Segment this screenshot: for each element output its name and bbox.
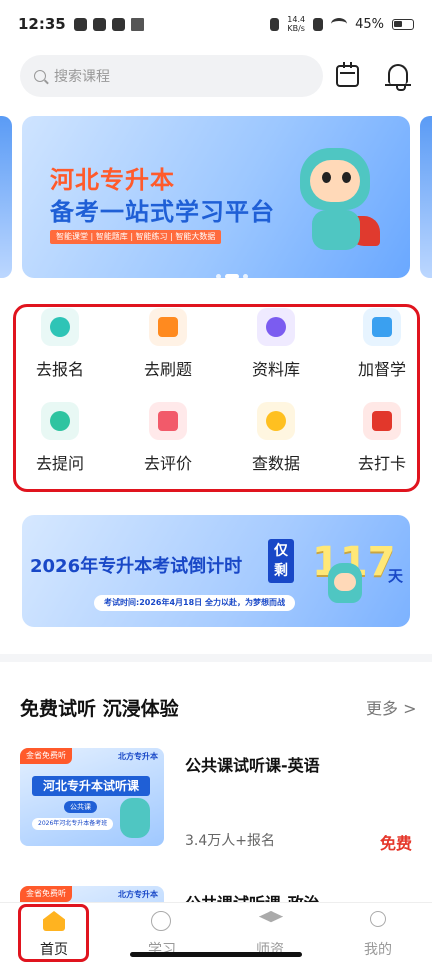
banner-title-line1: 河北专升本 [50, 166, 175, 194]
graduation-cap-icon [259, 911, 283, 923]
net-speed-value: 14.4 [287, 15, 306, 24]
carousel-dot-active [225, 274, 239, 278]
grid-item-calendar-check[interactable]: 去打卡 [342, 402, 422, 474]
shield-icon [363, 308, 401, 346]
carousel-dot [216, 274, 221, 278]
play-notification-icon [111, 17, 125, 31]
profile-icon [370, 911, 386, 927]
status-right: 14.4 KB/s 45% [270, 15, 414, 33]
banner-title-line2: 备考一站式学习平台 [50, 198, 275, 226]
app-notification-icon [73, 17, 87, 31]
banner-prev-peek[interactable] [0, 116, 12, 278]
thumb-footer: 2026年河北专升本备考班 [32, 818, 114, 830]
calendar-check-icon [363, 402, 401, 440]
grid-item-pencil[interactable]: 去刷题 [128, 308, 208, 380]
grid-item-label: 去报名 [35, 360, 84, 379]
countdown-subtitle: 考试时间:2026年4月18日 全力以赴，为梦想而战 [94, 595, 295, 611]
crown-notification-icon [130, 17, 144, 31]
countdown-section: 2026年专升本考试倒计时 仅剩 117 天 考试时间:2026年4月18日 全… [0, 504, 432, 654]
mascot-mini [328, 563, 362, 603]
banner-slide[interactable]: 河北专升本 备考一站式学习平台 智能课堂 | 智能题库 | 智能练习 | 智能大… [22, 116, 410, 278]
more-link[interactable]: 更多 > [366, 695, 417, 719]
banner-next-peek[interactable] [420, 116, 432, 278]
grid-item-label: 查数据 [251, 454, 300, 473]
search-icon [41, 308, 79, 346]
grid-item-chat[interactable]: 去提问 [20, 402, 100, 474]
countdown-badge: 仅剩 [268, 539, 294, 583]
battery-percent: 45% [355, 16, 384, 32]
grid-item-user-data[interactable]: 查数据 [236, 402, 316, 474]
countdown-banner[interactable]: 2026年专升本考试倒计时 仅剩 117 天 考试时间:2026年4月18日 全… [22, 515, 410, 627]
section-title: 免费试听 沉浸体验 [20, 698, 179, 720]
mail-notification-icon [92, 17, 106, 31]
document-icon [257, 308, 295, 346]
thumb-subtitle: 公共课 [64, 801, 97, 813]
pencil-icon [149, 308, 187, 346]
status-bar: 12:35 14.4 KB/s 45% [0, 0, 432, 48]
grid-item-search[interactable]: 去报名 [20, 308, 100, 380]
grid-item-label: 资料库 [251, 360, 300, 379]
banner-tags: 智能课堂 | 智能题库 | 智能练习 | 智能大数据 [50, 230, 222, 244]
thumb-tag: 金省免费听 [20, 748, 72, 764]
grid-item-label: 去评价 [143, 454, 192, 473]
tab-label: 我的 [364, 942, 392, 958]
net-speed-unit: KB/s [287, 24, 305, 33]
grid-item-shield[interactable]: 加督学 [342, 308, 422, 380]
calendar-icon[interactable] [336, 62, 359, 87]
thumb-tag: 金省免费听 [20, 886, 72, 902]
free-trial-section: 免费试听 沉浸体验 更多 > 金省免费听 北方专升本 河北专升本试听课 公共课 … [0, 662, 432, 964]
study-icon [151, 911, 171, 931]
mascot-thumb [120, 798, 150, 838]
carousel-indicator [216, 274, 248, 278]
search-icon [34, 70, 46, 82]
quick-action-grid: 去报名 去刷题 资料库 加督学去提问 去评价 查数据 去打卡 [0, 294, 432, 504]
course-price: 免费 [379, 834, 412, 853]
highlight-outline [18, 904, 89, 962]
thumb-brand: 北方专升本 [118, 890, 158, 899]
countdown-unit: 天 [388, 567, 404, 585]
course-card[interactable]: 金省免费听 北方专升本 河北专升本试听课 公共课 2026年河北专升本备考班 公… [20, 748, 412, 853]
grid-item-label: 去打卡 [357, 454, 406, 473]
thumb-title: 河北专升本试听课 [32, 776, 150, 796]
status-time: 12:35 [18, 15, 66, 33]
grid-item-label: 去刷题 [143, 360, 192, 379]
thumb-brand: 北方专升本 [118, 752, 158, 761]
vibrate-icon [270, 17, 280, 31]
grid-item-label: 加督学 [357, 360, 406, 379]
grid-item-label: 去提问 [35, 454, 84, 473]
bell-icon[interactable] [385, 64, 411, 91]
wifi-icon [331, 18, 348, 30]
user-data-icon [257, 402, 295, 440]
course-name: 公共课试听课-英语 [185, 756, 320, 775]
course-enrollment: 3.4万人+报名 [185, 833, 275, 849]
course-thumbnail: 金省免费听 北方专升本 河北专升本试听课 公共课 2026年河北专升本备考班 [20, 748, 164, 846]
video-icon [149, 402, 187, 440]
banner-carousel: 河北专升本 备考一站式学习平台 智能课堂 | 智能题库 | 智能练习 | 智能大… [0, 106, 432, 294]
battery-icon [392, 18, 414, 30]
grid-item-video[interactable]: 去评价 [128, 402, 208, 474]
net-speed: 14.4 KB/s [287, 15, 305, 33]
search-bar[interactable]: 搜索课程 [20, 55, 323, 97]
carousel-dot [243, 274, 248, 278]
sim-icon [313, 17, 324, 31]
top-header: 搜索课程 [0, 48, 432, 106]
gesture-bar[interactable] [130, 952, 302, 957]
notification-icons [73, 17, 144, 31]
search-placeholder: 搜索课程 [54, 69, 110, 85]
mascot-illustration [290, 138, 382, 256]
tab-profile[interactable]: 我的 [338, 911, 418, 959]
countdown-title: 2026年专升本考试倒计时 [30, 556, 243, 577]
grid-item-document[interactable]: 资料库 [236, 308, 316, 380]
chat-icon [41, 402, 79, 440]
